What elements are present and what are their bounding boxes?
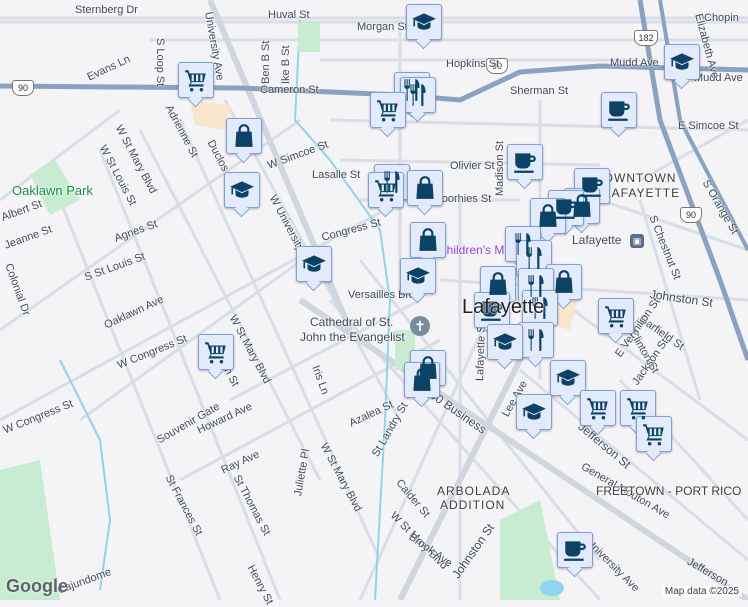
district-label: ADDITION — [440, 498, 506, 512]
coffee-cup-icon — [562, 537, 588, 563]
school-marker[interactable] — [224, 172, 260, 208]
district-label: LAFAYETTE — [604, 186, 681, 200]
school-marker[interactable] — [487, 324, 523, 360]
grocery-marker[interactable] — [370, 92, 406, 128]
us90-shield: 90 — [12, 80, 34, 96]
street-label: Chopin — [704, 12, 739, 24]
grocery-cart-icon — [625, 395, 651, 421]
city-label: Lafayette — [462, 296, 545, 318]
train-station-icon[interactable]: ▣ — [630, 234, 644, 248]
school-marker[interactable] — [516, 394, 552, 430]
cafe-marker[interactable] — [601, 92, 637, 128]
school-cap-icon — [301, 251, 327, 277]
school-cap-icon — [492, 329, 518, 355]
street-label: Cameron St — [260, 84, 319, 96]
school-cap-icon — [411, 9, 437, 35]
street-label: Voorhies St — [435, 193, 492, 205]
school-marker[interactable] — [296, 246, 332, 282]
map-attribution[interactable]: Map data ©2025 — [661, 586, 742, 597]
school-marker[interactable] — [664, 44, 700, 80]
grocery-marker[interactable] — [178, 62, 214, 98]
place-label[interactable]: John the Evangelist — [300, 330, 405, 344]
district-label: FREETOWN - PORT RICO — [596, 484, 742, 498]
restaurant-icon — [405, 82, 431, 108]
shopping-bag-icon — [535, 203, 561, 229]
grocery-marker[interactable] — [598, 298, 634, 334]
school-cap-icon — [521, 399, 547, 425]
coffee-cup-icon — [606, 97, 632, 123]
grocery-cart-icon — [641, 421, 667, 447]
restaurant-icon — [523, 327, 549, 353]
street-label: Morgan St — [357, 21, 408, 33]
school-marker[interactable] — [406, 4, 442, 40]
street-label: Hopkins St — [446, 58, 500, 70]
shopping-marker[interactable] — [226, 118, 262, 154]
street-label: Ike B St — [280, 45, 292, 84]
school-cap-icon — [405, 263, 431, 289]
district-label: ARBOLADA — [437, 484, 511, 498]
shopping-marker[interactable] — [407, 170, 443, 206]
church-icon[interactable]: ✝ — [410, 316, 430, 336]
street-label: Sherman St — [510, 85, 569, 97]
grocery-cart-icon — [375, 97, 401, 123]
shopping-bag-icon — [409, 367, 435, 393]
grocery-cart-icon — [203, 339, 229, 365]
street-label: Huval St — [268, 9, 310, 21]
grocery-marker[interactable] — [580, 390, 616, 426]
street-label: Lasalle St — [312, 169, 361, 181]
school-cap-icon — [669, 49, 695, 75]
grocery-marker[interactable] — [636, 416, 672, 452]
us90-shield: 90 — [680, 207, 702, 223]
cafe-marker[interactable] — [557, 532, 593, 568]
school-cap-icon — [229, 177, 255, 203]
grocery-cart-icon — [373, 177, 399, 203]
station-label[interactable]: Lafayette — [572, 233, 621, 247]
shopping-bag-icon — [415, 227, 441, 253]
restaurant-marker[interactable] — [518, 322, 554, 358]
cafe-marker[interactable] — [507, 144, 543, 180]
street-label: Olivier St — [450, 160, 495, 172]
grocery-marker[interactable] — [198, 334, 234, 370]
google-logo: Google — [6, 576, 68, 596]
park-label[interactable]: Oaklawn Park — [12, 183, 93, 198]
grocery-cart-icon — [585, 395, 611, 421]
grocery-cart-icon — [603, 303, 629, 329]
shopping-bag-icon — [231, 123, 257, 149]
shopping-marker[interactable] — [404, 362, 440, 398]
us182-shield: 182 — [634, 30, 658, 46]
street-label: Ben B St — [260, 40, 272, 84]
shopping-marker[interactable] — [530, 198, 566, 234]
street-label: Madison St — [494, 140, 506, 196]
shopping-bag-icon — [485, 271, 511, 297]
street-label: Sternberg Dr — [75, 4, 138, 16]
restaurant-marker[interactable] — [516, 240, 552, 276]
shopping-bag-icon — [412, 175, 438, 201]
street-label: S Loop St — [154, 38, 166, 87]
shopping-bag-icon — [551, 269, 577, 295]
school-marker[interactable] — [550, 360, 586, 396]
school-marker[interactable] — [400, 258, 436, 294]
grocery-cart-icon — [183, 67, 209, 93]
restaurant-icon — [521, 245, 547, 271]
street-label: Mudd Ave — [610, 57, 659, 69]
restaurant-marker[interactable] — [400, 77, 436, 113]
street-label: E Simcoe St — [678, 120, 739, 132]
school-cap-icon — [555, 365, 581, 391]
shopping-marker[interactable] — [410, 222, 446, 258]
grocery-marker[interactable] — [368, 172, 404, 208]
coffee-cup-icon — [512, 149, 538, 175]
place-label[interactable]: Cathedral of St. — [310, 315, 393, 329]
